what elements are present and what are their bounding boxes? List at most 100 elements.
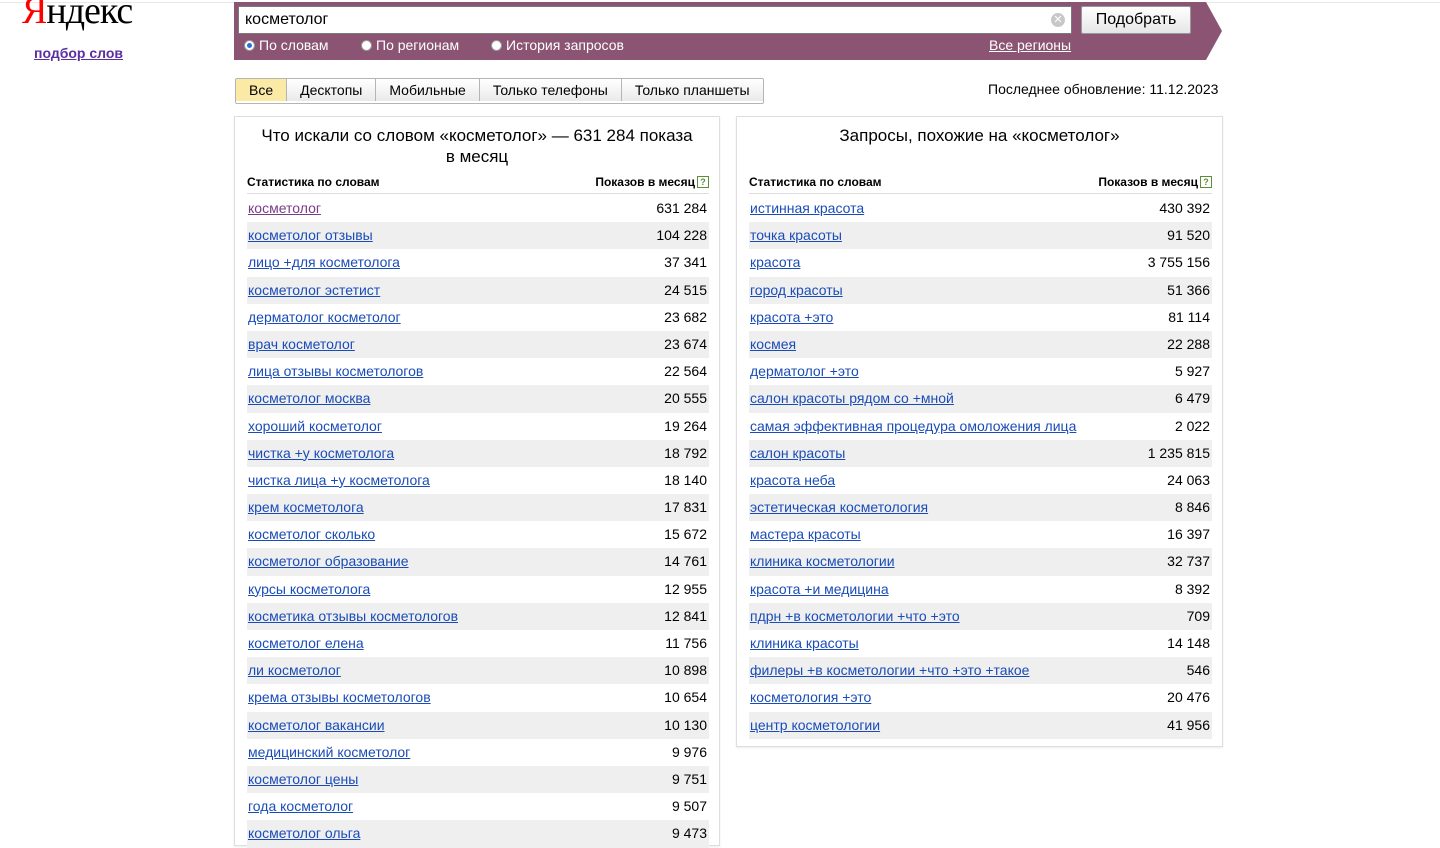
keyword-link[interactable]: город красоты (750, 277, 843, 304)
keyword-link[interactable]: дерматолог косметолог (248, 304, 401, 331)
impressions-count: 20 555 (664, 390, 707, 407)
keyword-link[interactable]: косметолог вакансии (248, 712, 385, 739)
tab-mobile[interactable]: Мобильные (376, 79, 480, 101)
similar-queries-panel: Запросы, похожие на «косметолог» Статист… (736, 116, 1223, 747)
tab-tablets[interactable]: Только планшеты (621, 79, 763, 101)
tab-all[interactable]: Все (236, 79, 288, 101)
search-field[interactable]: ✕ (238, 6, 1072, 34)
impressions-count: 10 898 (664, 662, 707, 679)
keyword-link[interactable]: салон красоты (750, 440, 845, 467)
keyword-link[interactable]: филеры +в косметологии +что +это +такое (750, 657, 1029, 684)
impressions-count: 41 956 (1167, 716, 1210, 733)
keyword-link[interactable]: лица отзывы косметологов (248, 358, 423, 385)
all-regions-link[interactable]: Все регионы (989, 37, 1071, 53)
impressions-count: 24 515 (664, 281, 707, 298)
keyword-link[interactable]: точка красоты (750, 222, 842, 249)
keyword-link[interactable]: косметолог образование (248, 548, 409, 575)
table-row: эстетическая косметология 8 846 (749, 494, 1212, 522)
device-tabs: Все Десктопы Мобильные Только телефоны Т… (235, 78, 764, 104)
column-word-header: Статистика по словам (749, 175, 882, 189)
table-row: косметика отзывы косметологов 12 841 (247, 602, 709, 630)
submit-button[interactable]: Подобрать (1081, 6, 1191, 34)
table-row: крем косметолога 17 831 (247, 494, 709, 522)
impressions-count: 23 682 (664, 308, 707, 325)
impressions-count: 18 140 (664, 471, 707, 488)
keyword-link[interactable]: мастера красоты (750, 521, 861, 548)
keyword-link[interactable]: ли косметолог (248, 657, 341, 684)
keyword-link[interactable]: клиника красоты (750, 630, 859, 657)
mode-by-regions[interactable]: По регионам (361, 37, 459, 53)
tab-phones[interactable]: Только телефоны (479, 79, 622, 101)
table-row: лицо +для косметолога 37 341 (247, 249, 709, 276)
impressions-count: 12 955 (664, 580, 707, 597)
keyword-link[interactable]: косметолог сколько (248, 521, 375, 548)
keyword-link[interactable]: космея (750, 331, 796, 358)
keyword-link[interactable]: красота +это (750, 304, 833, 331)
table-row: красота +это 81 114 (749, 304, 1212, 331)
mode-by-words[interactable]: По словам (244, 37, 329, 53)
table-row: космея 22 288 (749, 330, 1212, 359)
keyword-link[interactable]: косметолог елена (248, 630, 364, 657)
impressions-count: 15 672 (664, 526, 707, 543)
keyword-link[interactable]: красота +и медицина (750, 576, 889, 603)
yandex-logo[interactable]: Яндекс (22, 0, 133, 30)
keyword-link[interactable]: клиника косметологии (750, 548, 895, 575)
keyword-link[interactable]: врач косметолог (248, 331, 355, 358)
keyword-link[interactable]: истинная красота (750, 195, 864, 222)
table-row: чистка лица +у косметолога 18 140 (247, 467, 709, 494)
table-row: лица отзывы косметологов 22 564 (247, 358, 709, 385)
keyword-link[interactable]: косметолог цены (248, 766, 358, 793)
keyword-link[interactable]: косметолог ольга (248, 820, 360, 847)
keyword-link[interactable]: чистка лица +у косметолога (248, 467, 430, 494)
radio-icon[interactable] (361, 39, 372, 51)
keyword-link[interactable]: самая эффективная процедура омоложения л… (750, 413, 1076, 440)
keyword-link[interactable]: лицо +для косметолога (248, 249, 400, 276)
keyword-link[interactable]: косметолог (248, 195, 321, 222)
keyword-link[interactable]: косметология +это (750, 684, 871, 711)
mode-history[interactable]: История запросов (491, 37, 624, 53)
keyword-link[interactable]: косметолог отзывы (248, 222, 373, 249)
table-row: косметолог эстетист 24 515 (247, 276, 709, 304)
table-row: косметология +это 20 476 (749, 684, 1212, 711)
table-row: врач косметолог 23 674 (247, 330, 709, 359)
keyword-link[interactable]: курсы косметолога (248, 576, 370, 603)
service-name-link[interactable]: подбор слов (34, 45, 123, 61)
table-row: филеры +в косметологии +что +это +такое 5… (749, 657, 1212, 685)
keyword-link[interactable]: пдрн +в косметологии +что +это (750, 603, 960, 630)
impressions-count: 32 737 (1167, 553, 1210, 570)
keyword-link[interactable]: центр косметологии (750, 712, 880, 739)
table-row: пдрн +в косметологии +что +это 709 (749, 602, 1212, 630)
keyword-link[interactable]: красота (750, 249, 800, 276)
keyword-link[interactable]: чистка +у косметолога (248, 440, 394, 467)
keyword-link[interactable]: косметика отзывы косметологов (248, 603, 458, 630)
clear-icon[interactable]: ✕ (1051, 13, 1065, 27)
keyword-link[interactable]: медицинский косметолог (248, 739, 410, 766)
table-row: года косметолог 9 507 (247, 793, 709, 820)
impressions-count: 20 476 (1167, 689, 1210, 706)
keyword-link[interactable]: дерматолог +это (750, 358, 859, 385)
keyword-link[interactable]: эстетическая косметология (750, 494, 928, 521)
keyword-link[interactable]: хороший косметолог (248, 413, 382, 440)
impressions-count: 22 288 (1167, 335, 1210, 352)
keyword-link[interactable]: крем косметолога (248, 494, 364, 521)
help-icon[interactable]: ? (1200, 176, 1212, 188)
keyword-link[interactable]: косметолог москва (248, 385, 370, 412)
search-bar-arrow (1206, 2, 1222, 60)
table-row: курсы косметолога 12 955 (247, 576, 709, 603)
search-input[interactable] (245, 10, 1045, 30)
keyword-link[interactable]: крема отзывы косметологов (248, 684, 431, 711)
impressions-count: 11 756 (665, 635, 707, 651)
table-row: хороший косметолог 19 264 (247, 413, 709, 440)
keyword-link[interactable]: салон красоты рядом со +мной (750, 385, 954, 412)
panel-title: Что искали со словом «косметолог» — 631 … (261, 126, 693, 166)
table-row: косметолог сколько 15 672 (247, 521, 709, 548)
radio-checked-icon[interactable] (244, 39, 255, 51)
table-row: косметолог москва 20 555 (247, 385, 709, 413)
keyword-link[interactable]: косметолог эстетист (248, 277, 380, 304)
table-row: косметолог образование 14 761 (247, 548, 709, 576)
radio-icon[interactable] (491, 39, 502, 51)
keyword-link[interactable]: красота неба (750, 467, 835, 494)
keyword-link[interactable]: года косметолог (248, 793, 353, 820)
tab-desktops[interactable]: Десктопы (287, 79, 377, 101)
help-icon[interactable]: ? (697, 176, 709, 188)
